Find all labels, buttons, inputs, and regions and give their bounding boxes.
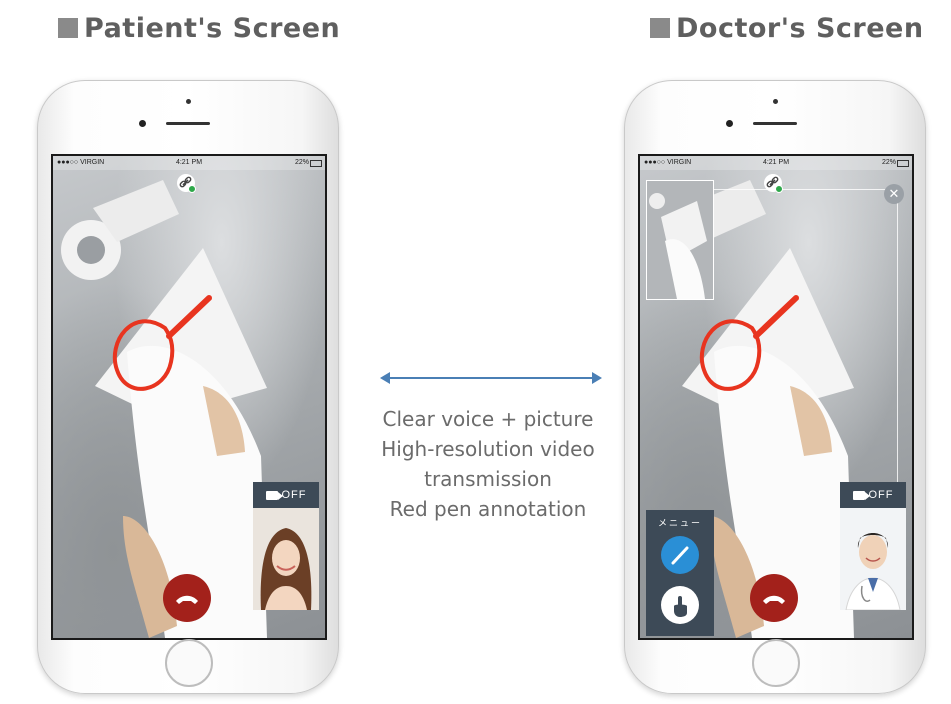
connected-indicator: [188, 185, 196, 193]
feature-item: transmission: [424, 467, 552, 491]
pointer-hand-icon: [674, 596, 687, 617]
menu-label: メニュー: [657, 518, 702, 528]
camera-toggle-label: OFF: [281, 489, 307, 501]
phone-camera: [186, 99, 191, 104]
connected-indicator: [775, 185, 783, 193]
feature-item: Red pen annotation: [389, 497, 587, 521]
end-call-icon: [763, 595, 785, 604]
doctor-phone: ●●●○○ VIRGIN 4:21 PM 22% ✕ メニュー OFF: [624, 80, 926, 694]
annotation-frame-right: [897, 189, 898, 488]
feature-item: High-resolution video: [381, 437, 595, 461]
feature-list: Clear voice + picture High-resolution vi…: [360, 404, 616, 524]
preview-scene: [647, 181, 713, 299]
close-button[interactable]: ✕: [884, 184, 904, 204]
patient-screen-heading: Patient's Screen: [58, 8, 340, 48]
patient-video-screen: ●●●○○ VIRGIN 4:21 PM 22% OFF: [51, 154, 327, 640]
avatar: [840, 508, 906, 610]
camera-toggle-button[interactable]: OFF: [253, 482, 319, 508]
doctor-heading-text: Doctor's Screen: [676, 12, 924, 44]
video-camera-icon: [852, 490, 870, 500]
remote-preview-thumbnail[interactable]: [646, 180, 714, 300]
phone-sensor: [139, 120, 146, 127]
camera-toggle-button[interactable]: OFF: [840, 482, 906, 508]
heading-square-icon: [58, 18, 78, 38]
pen-tool-button[interactable]: [661, 536, 699, 574]
end-call-button[interactable]: [163, 574, 211, 622]
patient-heading-text: Patient's Screen: [84, 12, 341, 44]
avatar: [253, 508, 319, 610]
link-status-badge[interactable]: [177, 174, 196, 193]
patient-phone: ●●●○○ VIRGIN 4:21 PM 22% OFF: [37, 80, 339, 694]
phone-sensor: [726, 120, 733, 127]
heading-square-icon: [650, 18, 670, 38]
video-camera-icon: [265, 490, 283, 500]
phone-camera: [773, 99, 778, 104]
home-button[interactable]: [165, 639, 213, 687]
annotation-tool-menu: メニュー: [646, 510, 714, 636]
end-call-button[interactable]: [750, 574, 798, 622]
phone-speaker: [166, 122, 210, 125]
self-view-video: [253, 508, 319, 610]
doctor-screen-heading: Doctor's Screen: [650, 8, 924, 48]
pointer-tool-button[interactable]: [661, 586, 699, 624]
home-button[interactable]: [752, 639, 800, 687]
link-status-badge[interactable]: [764, 174, 783, 193]
doctor-video-screen: ●●●○○ VIRGIN 4:21 PM 22% ✕ メニュー OFF: [638, 154, 914, 640]
phone-speaker: [753, 122, 797, 125]
pen-icon: [671, 546, 689, 565]
self-view-video: [840, 508, 906, 610]
end-call-icon: [176, 595, 198, 604]
close-icon: ✕: [888, 186, 900, 201]
feature-item: Clear voice + picture: [382, 407, 594, 431]
camera-toggle-label: OFF: [868, 489, 894, 501]
bidirectional-arrow-icon: [380, 372, 602, 384]
